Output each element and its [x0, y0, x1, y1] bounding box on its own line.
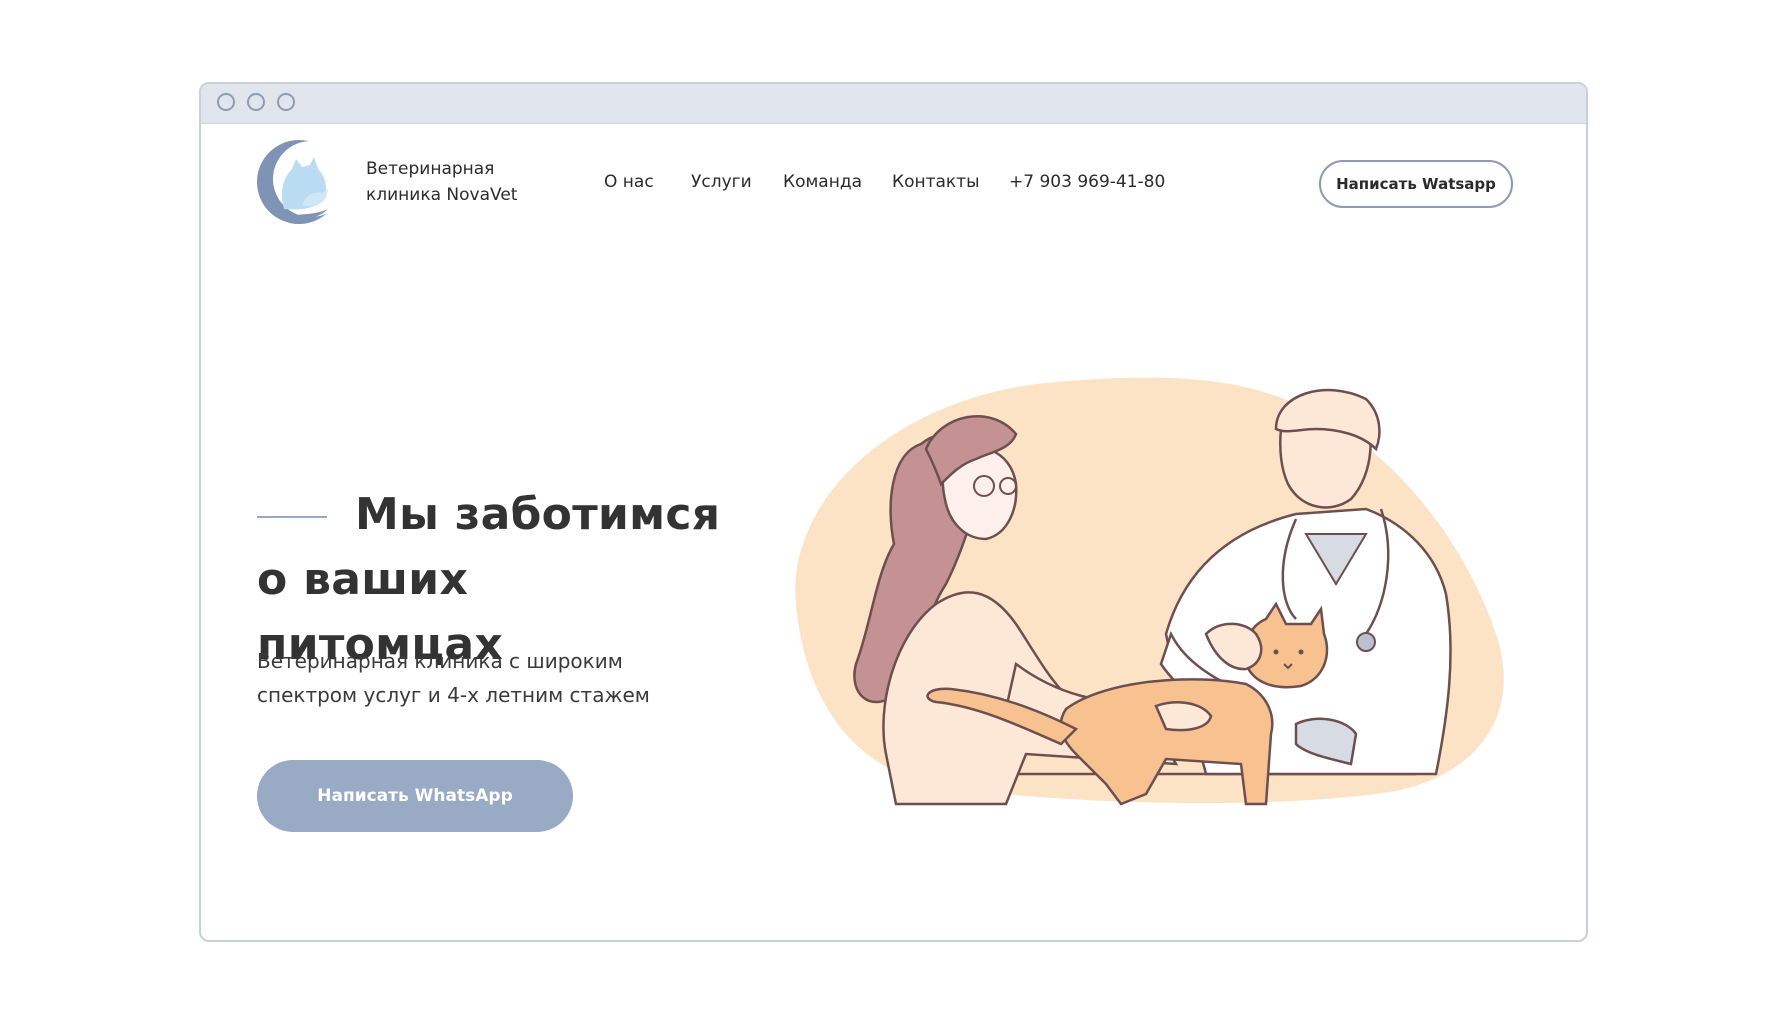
window-minimize-dot[interactable]	[247, 93, 265, 111]
header-whatsapp-button[interactable]: Написать Watsapp	[1319, 160, 1513, 208]
window-close-dot[interactable]	[217, 93, 235, 111]
clinic-logo-icon[interactable]	[256, 139, 342, 225]
window-titlebar	[201, 84, 1586, 124]
phone-link[interactable]: +7 903 969-41-80	[1009, 172, 1165, 192]
nav-item-about[interactable]: О нас	[604, 172, 654, 192]
vet-illustration	[795, 377, 1504, 806]
brand-name: Ветеринарная клиника NovaVet	[366, 156, 517, 208]
window-maximize-dot[interactable]	[277, 93, 295, 111]
brand-line-2: клиника NovaVet	[366, 185, 518, 205]
nav-item-team[interactable]: Команда	[783, 172, 862, 192]
hero-whatsapp-button[interactable]: Написать WhatsApp	[257, 760, 573, 832]
nav-item-contacts[interactable]: Контакты	[892, 172, 980, 192]
hero-subtitle: Ветеринарная клиника с широким спектром …	[257, 649, 650, 707]
nav-item-services[interactable]: Услуги	[691, 172, 752, 192]
browser-window: Ветеринарная клиника NovaVet О нас Услуг…	[199, 82, 1588, 942]
brand-line-1: Ветеринарная	[366, 159, 495, 179]
